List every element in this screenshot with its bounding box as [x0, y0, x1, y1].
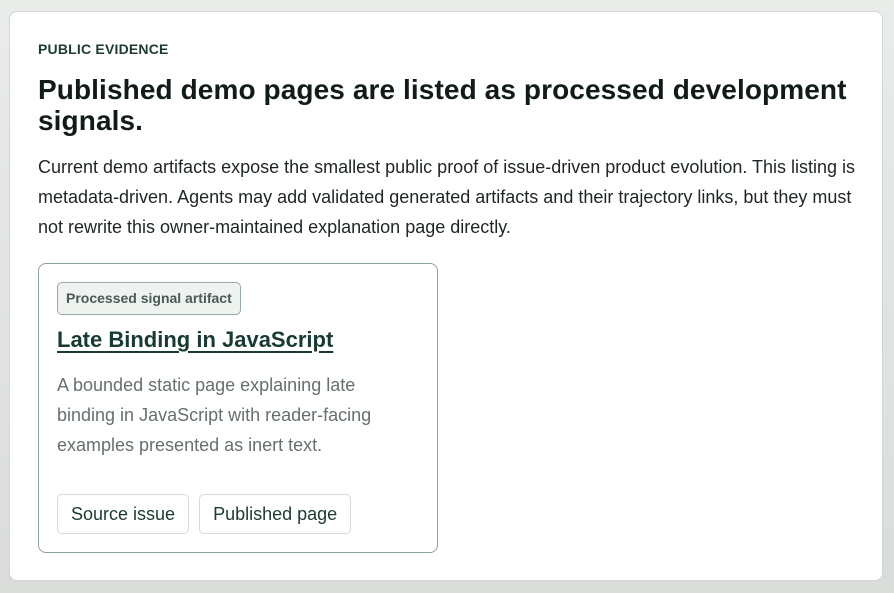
artifact-actions: Source issue Published page: [57, 494, 352, 534]
published-page-button[interactable]: Published page: [199, 494, 352, 534]
artifact-title-link[interactable]: Late Binding in JavaScript: [57, 326, 419, 354]
section-description: Current demo artifacts expose the smalle…: [38, 157, 856, 237]
artifact-status-badge: Processed signal artifact: [57, 282, 241, 315]
evidence-panel: PUBLIC EVIDENCE Published demo pages are…: [9, 11, 883, 581]
source-issue-button[interactable]: Source issue: [57, 494, 190, 534]
page-title: Published demo pages are listed as proce…: [38, 74, 847, 136]
artifact-description: A bounded static page explaining late bi…: [57, 375, 372, 455]
artifact-card: Processed signal artifact Late Binding i…: [38, 263, 438, 553]
section-eyebrow: PUBLIC EVIDENCE: [38, 41, 169, 57]
